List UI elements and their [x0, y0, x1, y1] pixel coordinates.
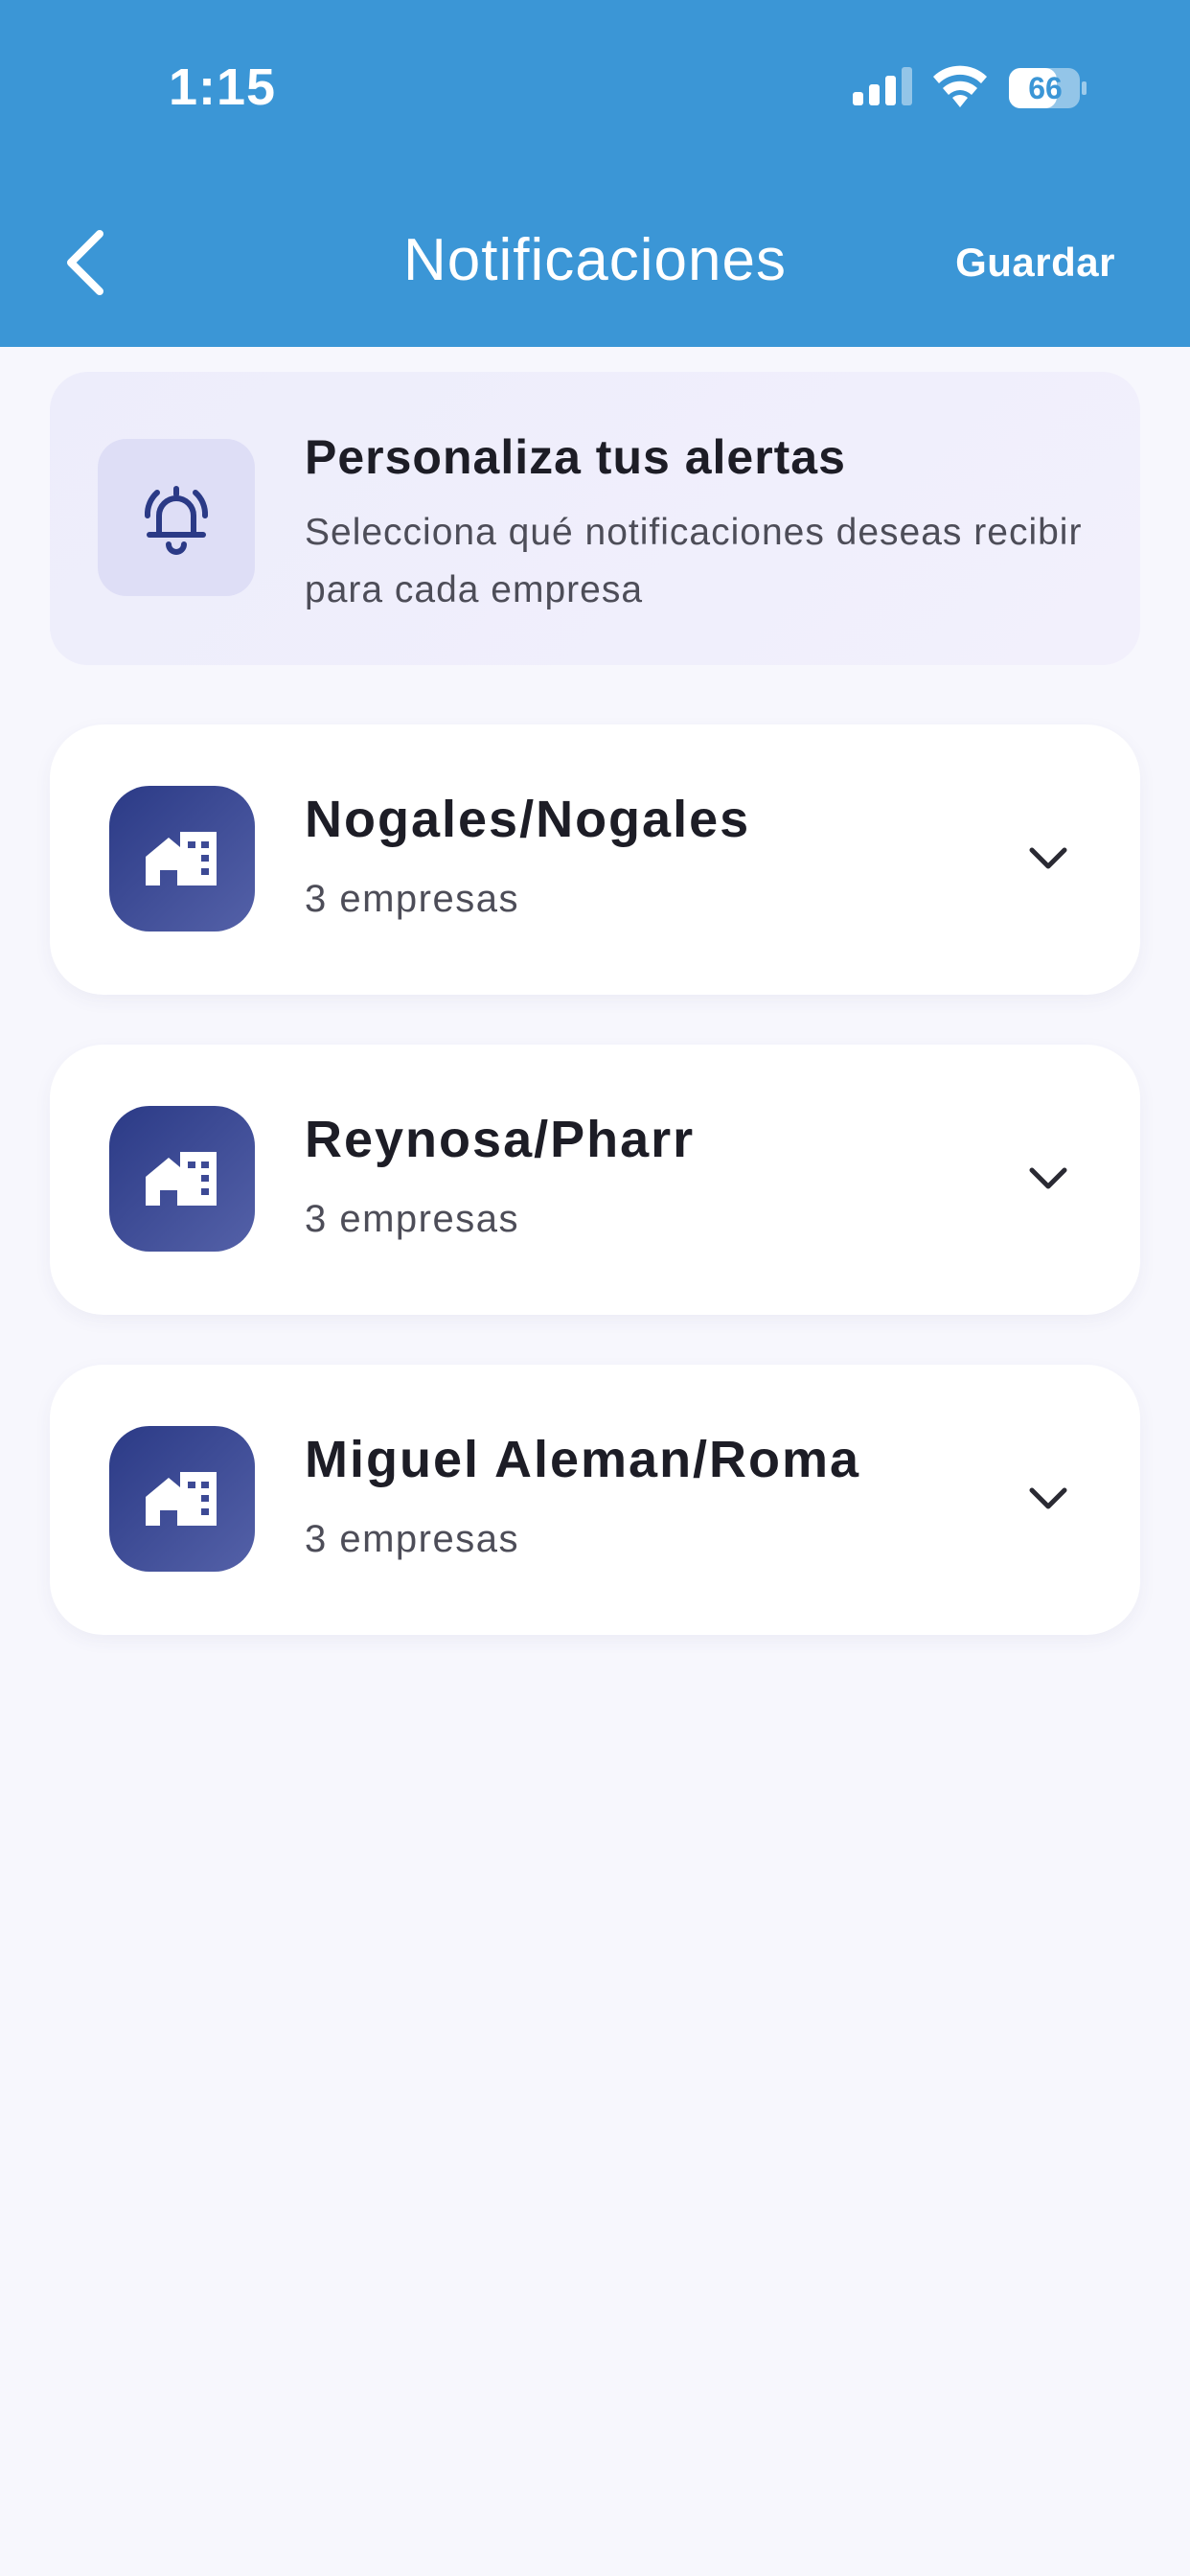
- group-icon-container: [109, 786, 255, 932]
- group-card-nogales[interactable]: Nogales/Nogales 3 empresas: [50, 724, 1140, 995]
- expand-chevron-button[interactable]: [1019, 1470, 1077, 1528]
- expand-chevron-button[interactable]: [1019, 830, 1077, 887]
- building-home-icon: [146, 1152, 217, 1206]
- save-button[interactable]: Guardar: [955, 240, 1115, 286]
- group-name: Nogales/Nogales: [305, 791, 751, 848]
- group-icon-container: [109, 1426, 255, 1572]
- group-card-reynosa[interactable]: Reynosa/Pharr 3 empresas: [50, 1045, 1140, 1315]
- group-company-count: 3 empresas: [305, 1198, 519, 1240]
- building-home-icon: [146, 1472, 217, 1526]
- group-company-count: 3 empresas: [305, 878, 519, 920]
- building-home-icon: [146, 832, 217, 886]
- chevron-down-icon: [1029, 847, 1067, 869]
- group-company-count: 3 empresas: [305, 1518, 519, 1560]
- group-name: Reynosa/Pharr: [305, 1111, 696, 1168]
- group-card-miguel-aleman[interactable]: Miguel Aleman/Roma 3 empresas: [50, 1365, 1140, 1635]
- bell-ringing-icon: [144, 486, 209, 555]
- group-icon-container: [109, 1106, 255, 1252]
- banner-title: Personaliza tus alertas: [305, 430, 846, 484]
- group-name: Miguel Aleman/Roma: [305, 1431, 861, 1488]
- alerts-banner: Personaliza tus alertas Selecciona qué n…: [50, 372, 1140, 665]
- app-header: 1:15 66 Notificaciones Guardar: [0, 0, 1190, 347]
- expand-chevron-button[interactable]: [1019, 1150, 1077, 1208]
- status-time: 1:15: [169, 58, 277, 116]
- chevron-down-icon: [1029, 1487, 1067, 1509]
- signal-icon: [853, 67, 912, 105]
- wifi-icon: [933, 65, 987, 107]
- chevron-down-icon: [1029, 1167, 1067, 1189]
- battery-level: 66: [1028, 71, 1063, 105]
- banner-description: Selecciona qué notificaciones deseas rec…: [305, 512, 1083, 610]
- banner-icon-container: [98, 439, 255, 596]
